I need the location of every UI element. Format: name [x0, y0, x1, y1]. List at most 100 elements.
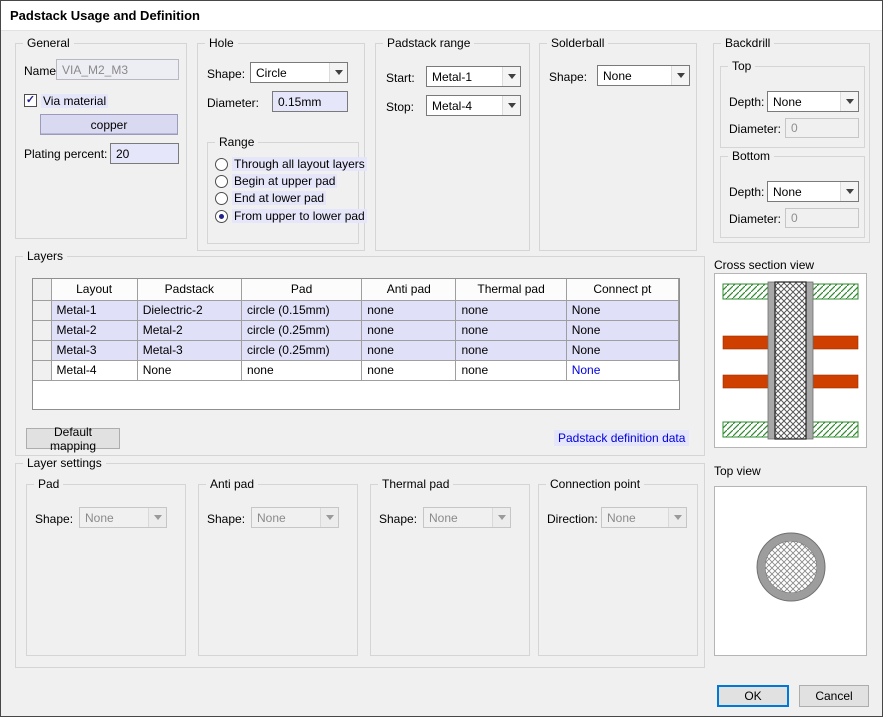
start-label: Start:: [386, 71, 415, 85]
solderball-group-label: Solderball: [547, 36, 608, 51]
padstack-dialog: Padstack Usage and Definition General Na…: [0, 0, 883, 717]
hole-group: Hole Shape: Circle Diameter: 0.15mm Rang…: [197, 43, 365, 251]
cross-section-view: [714, 273, 867, 448]
name-input: VIA_M2_M3: [56, 59, 179, 80]
cell[interactable]: None: [566, 340, 678, 360]
radio-end-lower-pad[interactable]: [215, 192, 228, 205]
connection-direction-select: None: [601, 507, 687, 528]
cell[interactable]: none: [362, 300, 456, 320]
pad-shape-value: None: [80, 511, 148, 525]
cell[interactable]: Metal-1: [51, 300, 137, 320]
radio-upper-to-lower-pad[interactable]: [215, 210, 228, 223]
cell[interactable]: Metal-2: [137, 320, 241, 340]
cell[interactable]: Metal-3: [137, 340, 241, 360]
solderball-group: Solderball Shape: None: [539, 43, 697, 251]
stop-label: Stop:: [386, 100, 414, 114]
chevron-down-icon: [502, 67, 520, 86]
layers-table[interactable]: Layout Padstack Pad Anti pad Thermal pad…: [32, 278, 680, 410]
backdrill-top-group: Top Depth: None Diameter: 0: [720, 66, 865, 148]
thermal-pad-shape-label: Shape:: [379, 512, 417, 526]
top-view-label: Top view: [714, 464, 761, 478]
cancel-button[interactable]: Cancel: [799, 685, 869, 707]
cell[interactable]: none: [362, 360, 456, 380]
hole-shape-select[interactable]: Circle: [250, 62, 348, 83]
radio-end-lower-pad-label[interactable]: End at lower pad: [232, 191, 326, 205]
cell[interactable]: circle (0.25mm): [241, 340, 361, 360]
row-selector[interactable]: [33, 340, 51, 360]
backdrill-bottom-depth-label: Depth:: [729, 185, 764, 199]
backdrill-bottom-depth-select[interactable]: None: [767, 181, 859, 202]
radio-begin-upper-pad[interactable]: [215, 175, 228, 188]
row-selector-header: [33, 279, 51, 300]
copper-material-label: copper: [91, 118, 128, 132]
row-selector[interactable]: [33, 360, 51, 380]
backdrill-top-label: Top: [728, 59, 755, 74]
backdrill-top-depth-select[interactable]: None: [767, 91, 859, 112]
anti-pad-shape-value: None: [252, 511, 320, 525]
cell[interactable]: none: [456, 360, 566, 380]
hole-diameter-input[interactable]: 0.15mm: [272, 91, 348, 112]
plating-percent-value: 20: [116, 147, 129, 161]
cell[interactable]: Metal-4: [51, 360, 137, 380]
hole-diameter-value: 0.15mm: [278, 95, 321, 109]
cell[interactable]: none: [241, 360, 361, 380]
cell[interactable]: none: [362, 340, 456, 360]
thermal-pad-group: Thermal pad Shape: None: [370, 484, 530, 656]
window-title: Padstack Usage and Definition: [10, 8, 200, 23]
radio-through-all-layers[interactable]: [215, 158, 228, 171]
backdrill-top-diameter-label: Diameter:: [729, 122, 781, 136]
radio-through-all-layers-label[interactable]: Through all layout layers: [232, 157, 367, 171]
chevron-down-icon: [671, 66, 689, 85]
cell[interactable]: none: [362, 320, 456, 340]
row-selector[interactable]: [33, 320, 51, 340]
cell[interactable]: None: [566, 320, 678, 340]
table-row[interactable]: Metal-1 Dielectric-2 circle (0.15mm) non…: [33, 300, 679, 320]
ok-button[interactable]: OK: [717, 685, 789, 707]
cell[interactable]: Dielectric-2: [137, 300, 241, 320]
default-mapping-button[interactable]: Default mapping: [26, 428, 120, 449]
cell[interactable]: Metal-2: [51, 320, 137, 340]
pad-group: Pad Shape: None: [26, 484, 186, 656]
padstack-definition-data-link[interactable]: Padstack definition data: [554, 430, 689, 446]
cancel-button-label: Cancel: [815, 689, 852, 703]
thermal-pad-shape-select: None: [423, 507, 511, 528]
cell[interactable]: Metal-3: [51, 340, 137, 360]
name-label: Name:: [24, 64, 59, 78]
backdrill-top-diameter-input: 0: [785, 118, 859, 138]
general-group-label: General: [23, 36, 74, 51]
cell[interactable]: None: [566, 300, 678, 320]
padstack-start-value: Metal-1: [427, 70, 502, 84]
backdrill-top-depth-value: None: [768, 95, 840, 109]
cell[interactable]: circle (0.15mm): [241, 300, 361, 320]
cell[interactable]: None: [137, 360, 241, 380]
table-row[interactable]: Metal-4 None none none none None: [33, 360, 679, 380]
plating-percent-input[interactable]: 20: [110, 143, 179, 164]
col-thermal-pad: Thermal pad: [456, 279, 566, 300]
top-view-diagram: [715, 487, 866, 655]
chevron-down-icon: [840, 92, 858, 111]
radio-begin-upper-pad-label[interactable]: Begin at upper pad: [232, 174, 337, 188]
cell[interactable]: circle (0.25mm): [241, 320, 361, 340]
cell[interactable]: none: [456, 300, 566, 320]
via-material-checkbox[interactable]: ✓: [24, 94, 37, 107]
col-pad: Pad: [241, 279, 361, 300]
cell[interactable]: none: [456, 340, 566, 360]
table-row[interactable]: Metal-3 Metal-3 circle (0.25mm) none non…: [33, 340, 679, 360]
range-group: Range Through all layout layers Begin at…: [207, 142, 359, 244]
plating-percent-label: Plating percent:: [24, 147, 107, 161]
row-selector[interactable]: [33, 300, 51, 320]
solderball-shape-select[interactable]: None: [597, 65, 690, 86]
col-padstack: Padstack: [137, 279, 241, 300]
padstack-stop-select[interactable]: Metal-4: [426, 95, 521, 116]
chevron-down-icon: [148, 508, 166, 527]
cross-section-diagram: [715, 274, 866, 447]
anti-pad-shape-label: Shape:: [207, 512, 245, 526]
radio-upper-to-lower-pad-label[interactable]: From upper to lower pad: [232, 209, 367, 223]
cell[interactable]: None: [566, 360, 678, 380]
table-row[interactable]: Metal-2 Metal-2 circle (0.25mm) none non…: [33, 320, 679, 340]
copper-material-button[interactable]: copper: [40, 114, 178, 135]
padstack-start-select[interactable]: Metal-1: [426, 66, 521, 87]
col-connect-pt: Connect pt: [566, 279, 678, 300]
layers-group-label: Layers: [23, 249, 67, 264]
cell[interactable]: none: [456, 320, 566, 340]
